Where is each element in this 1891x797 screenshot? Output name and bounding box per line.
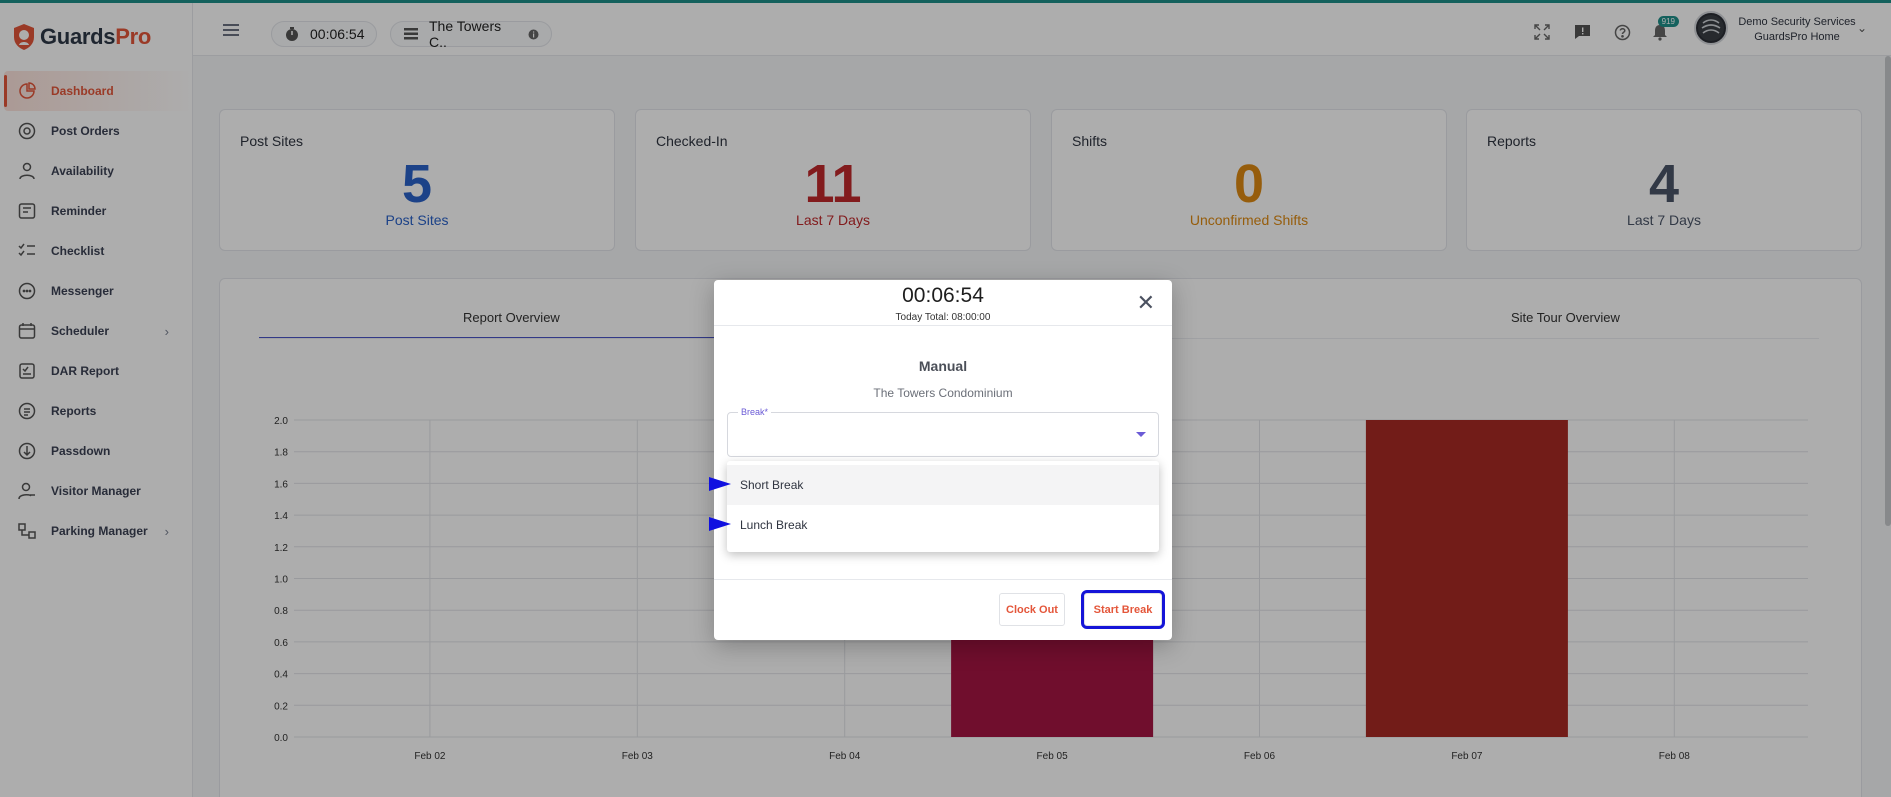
modal-site-name: The Towers Condominium [873,386,1013,400]
modal-divider [714,325,1172,326]
clock-out-button[interactable]: Clock Out [999,593,1065,626]
modal-timer: 00:06:54 [902,284,984,307]
break-options-dropdown: Short Break Lunch Break [727,461,1159,552]
pointer-arrow-icon [709,517,731,531]
clock-mode: Manual [918,358,968,374]
option-short-break[interactable]: Short Break [727,465,1159,505]
clock-break-modal: 00:06:54 Today Total: 08:00:00 ✕ Manual … [714,280,1172,640]
modal-divider [714,579,1172,580]
start-break-button[interactable]: Start Break [1081,590,1165,629]
break-type-select[interactable]: Break* [727,407,1159,457]
caret-down-icon[interactable] [1136,432,1146,437]
close-icon[interactable]: ✕ [1137,292,1155,314]
break-field-label: Break* [738,407,772,417]
option-lunch-break[interactable]: Lunch Break [727,505,1159,545]
pointer-arrow-icon [709,477,731,491]
today-total: Today Total: 08:00:00 [895,312,991,323]
